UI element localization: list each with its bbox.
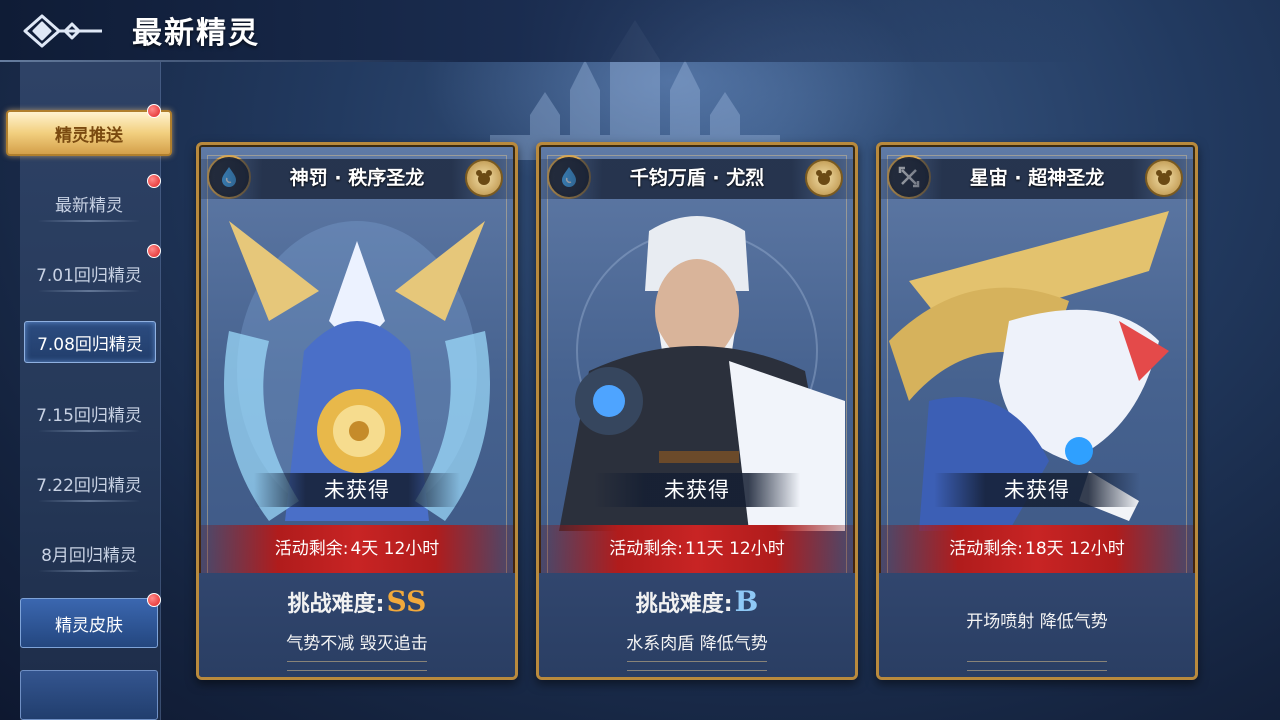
sidebar-item-0708[interactable]: 7.08回归精灵 (24, 321, 156, 363)
spirit-name: 星宙 · 超神圣龙 (969, 167, 1105, 189)
notification-dot (147, 174, 161, 188)
notification-dot (147, 104, 161, 118)
spirit-description: 气势不减 毁灭追击 (286, 634, 428, 654)
sidebar-item-august[interactable]: 8月回归精灵 (20, 530, 158, 576)
item-divider (38, 430, 140, 432)
difficulty-label: 挑战难度: (287, 592, 385, 617)
card-footer-ornament (287, 661, 427, 671)
item-divider (38, 570, 140, 572)
spirit-card-1[interactable]: 神罚 · 秩序圣龙 未获得 活动剩余: 4天 12小时 挑战难度:SS 气势不减 … (196, 142, 518, 680)
sidebar-item-newest[interactable]: 最新精灵 (20, 180, 158, 226)
spirit-name: 千钧万盾 · 尤烈 (629, 167, 765, 189)
timer-label: 活动剩余: (609, 539, 684, 559)
timer-value: 4天 12小时 (350, 539, 440, 559)
acquire-status: 未获得 (934, 473, 1140, 507)
timer-value: 11天 12小时 (685, 539, 785, 559)
acquire-status: 未获得 (594, 473, 800, 507)
item-divider (38, 290, 140, 292)
difficulty-row: 挑战难度:B (539, 585, 855, 618)
sidebar-item-0722[interactable]: 7.22回归精灵 (20, 460, 158, 506)
beast-head-icon (805, 159, 843, 197)
back-arrow-icon[interactable] (10, 6, 110, 56)
acquire-status: 未获得 (254, 473, 460, 507)
notification-dot (147, 593, 161, 607)
spirit-name: 神罚 · 秩序圣龙 (289, 167, 425, 189)
event-timer: 活动剩余: 18天 12小时 (879, 525, 1195, 573)
event-timer: 活动剩余: 11天 12小时 (539, 525, 855, 573)
timer-label: 活动剩余: (274, 539, 349, 559)
spirit-card-2[interactable]: 千钧万盾 · 尤烈 未获得 活动剩余: 11天 12小时 挑战难度:B 水系肉盾 … (536, 142, 858, 680)
difficulty-row: 挑战难度:SS (199, 585, 515, 618)
sidebar-item-label: 精灵推送 (55, 125, 123, 146)
sidebar-item-label: 7.15回归精灵 (36, 405, 142, 426)
beast-head-icon (1145, 159, 1183, 197)
sidebar-item-label: 7.01回归精灵 (36, 265, 142, 286)
sidebar-item-label: 8月回归精灵 (41, 545, 137, 566)
sidebar-item-0715[interactable]: 7.15回归精灵 (20, 390, 158, 436)
beast-head-icon (465, 159, 503, 197)
card-info-panel: 挑战难度:B 水系肉盾 降低气势 (539, 573, 855, 677)
sidebar-item-label: 7.22回归精灵 (36, 475, 142, 496)
difficulty-grade: SS (386, 585, 427, 618)
sidebar-item-skins[interactable]: 精灵皮肤 (20, 598, 158, 648)
card-info-panel: 挑战难度:SS 气势不减 毁灭追击 (199, 573, 515, 677)
difficulty-label: 挑战难度: (635, 592, 733, 617)
timer-value: 18天 12小时 (1025, 539, 1125, 559)
card-footer-ornament (967, 661, 1107, 671)
spirit-card-3[interactable]: 星宙 · 超神圣龙 未获得 活动剩余: 18天 12小时 开场喷射 降低气势 (876, 142, 1198, 680)
sidebar-item-partial[interactable] (20, 670, 158, 720)
card-footer-ornament (627, 661, 767, 671)
sidebar-item-0701[interactable]: 7.01回归精灵 (20, 250, 158, 296)
sidebar-item-push[interactable]: 精灵推送 (6, 110, 172, 156)
card-info-panel: 开场喷射 降低气势 (879, 573, 1195, 677)
header-bar: 最新精灵 (0, 0, 1280, 62)
sidebar-item-label: 精灵皮肤 (55, 615, 123, 636)
notification-dot (147, 244, 161, 258)
page-title: 最新精灵 (132, 16, 260, 51)
sidebar-item-label: 最新精灵 (55, 195, 123, 216)
item-divider (38, 500, 140, 502)
sidebar-item-label: 7.08回归精灵 (37, 334, 143, 355)
difficulty-grade: B (734, 585, 759, 618)
spirit-description: 水系肉盾 降低气势 (626, 634, 768, 654)
item-divider (38, 220, 140, 222)
spirit-description: 开场喷射 降低气势 (966, 612, 1108, 632)
timer-label: 活动剩余: (949, 539, 1024, 559)
event-timer: 活动剩余: 4天 12小时 (199, 525, 515, 573)
